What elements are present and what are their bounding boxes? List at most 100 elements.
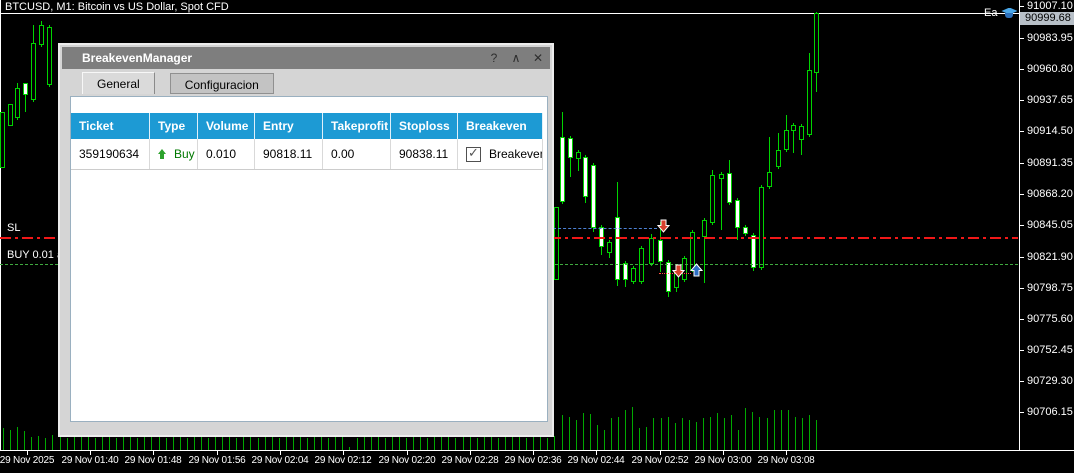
volume-bar	[151, 437, 152, 450]
volume-bar	[554, 436, 555, 450]
volume-bar	[10, 430, 11, 450]
volume-bar	[745, 408, 746, 450]
volume-bar	[632, 407, 633, 450]
candle-body	[23, 83, 28, 95]
time-tick-label: 29 Nov 02:28	[441, 455, 498, 466]
volume-bar	[328, 438, 329, 450]
volume-bar	[265, 435, 266, 450]
volume-bar	[17, 427, 18, 450]
volume-bar	[229, 435, 230, 450]
volume-bar	[653, 418, 654, 450]
volume-bar	[668, 417, 669, 450]
time-tick-label: 29 Nov 2025	[0, 455, 54, 466]
volume-bar	[109, 436, 110, 450]
volume-bar	[816, 420, 817, 450]
candle-body	[649, 238, 654, 264]
candle-body	[799, 126, 804, 140]
volume-bar	[52, 435, 53, 450]
candle-body	[0, 112, 5, 168]
volume-bar	[102, 437, 103, 450]
volume-bar	[611, 418, 612, 450]
volume-bar	[335, 435, 336, 450]
trade-arrow-down-red-icon	[657, 219, 670, 233]
price-tick-label: 90706.15	[1027, 406, 1073, 418]
volume-bar	[618, 417, 619, 450]
price-tick-label: 90798.75	[1027, 282, 1073, 294]
volume-bar	[759, 417, 760, 450]
expert-advisor-badge: Ea	[984, 6, 1017, 20]
time-tick-label: 29 Nov 02:12	[314, 455, 371, 466]
volume-bar	[597, 425, 598, 450]
candle-body	[47, 27, 52, 85]
chart-left-border	[0, 14, 1, 450]
volume-bar	[88, 435, 89, 450]
volume-bar	[710, 417, 711, 450]
volume-bar	[519, 435, 520, 450]
volume-bar	[802, 418, 803, 450]
volume-bar	[767, 418, 768, 450]
volume-bar	[180, 436, 181, 450]
volume-bar	[300, 435, 301, 450]
volume-bar	[3, 428, 4, 450]
tab-general[interactable]: General	[82, 72, 155, 94]
candle-body	[576, 152, 581, 159]
tab-configuracion[interactable]: Configuracion	[170, 73, 274, 94]
time-tick-label: 29 Nov 01:56	[188, 455, 245, 466]
candle-body	[31, 43, 36, 100]
volume-bar	[788, 410, 789, 450]
price-tick	[1020, 381, 1024, 382]
volume-bar	[222, 437, 223, 450]
volume-bar	[399, 436, 400, 450]
volume-bar	[583, 413, 584, 450]
table-row[interactable]: 359190634Buy0.01090818.110.0090838.11✓Br…	[71, 139, 543, 170]
candle-body	[776, 150, 781, 167]
volume-bar	[357, 438, 358, 450]
volume-bar	[448, 435, 449, 450]
volume-bar	[470, 436, 471, 450]
mt-chart-window: BTCUSD, M1: Bitcoin vs US Dollar, Spot C…	[0, 0, 1074, 473]
volume-bar	[187, 438, 188, 450]
trade-open-line	[553, 228, 657, 229]
price-tick	[1020, 6, 1024, 7]
chart-title-strip: BTCUSD, M1: Bitcoin vs US Dollar, Spot C…	[0, 0, 1019, 14]
cell-takeprofit: 0.00	[323, 139, 391, 169]
candle-body	[710, 175, 715, 223]
volume-bar	[625, 410, 626, 450]
volume-bar	[576, 420, 577, 450]
volume-bar	[774, 410, 775, 450]
candle-body	[784, 130, 789, 150]
volume-bar	[24, 431, 25, 450]
price-tick	[1020, 100, 1024, 101]
volume-bar	[81, 437, 82, 450]
ea-label: Ea	[984, 7, 997, 19]
volume-bar	[505, 436, 506, 450]
volume-bar	[236, 438, 237, 450]
panel-title-bar[interactable]: BreakevenManager ? ∧ ✕	[62, 47, 550, 69]
collapse-icon[interactable]: ∧	[510, 51, 522, 65]
time-tick-label: 29 Nov 01:48	[124, 455, 181, 466]
breakeven-checkbox[interactable]: ✓	[466, 147, 481, 162]
volume-bar	[738, 430, 739, 450]
volume-bar	[717, 413, 718, 450]
cell-volume: 0.010	[198, 139, 255, 169]
time-tick-label: 29 Nov 03:08	[757, 455, 814, 466]
volume-bar	[463, 437, 464, 450]
type-value: Buy	[174, 147, 195, 161]
panel-title: BreakevenManager	[82, 51, 192, 65]
price-tick	[1020, 163, 1024, 164]
time-tick-label: 29 Nov 02:52	[631, 455, 688, 466]
volume-bar	[272, 437, 273, 450]
candle-wick	[721, 172, 722, 230]
buy-arrow-icon	[158, 149, 167, 159]
candle-body	[39, 25, 44, 45]
candle-body	[735, 200, 740, 228]
volume-bar	[434, 436, 435, 450]
volume-bar	[38, 436, 39, 450]
candle-body	[807, 70, 812, 135]
volume-bar	[406, 438, 407, 450]
volume-bar	[159, 435, 160, 450]
help-icon[interactable]: ?	[488, 51, 500, 65]
close-icon[interactable]: ✕	[532, 51, 544, 65]
candle-body	[8, 104, 13, 126]
volume-bar	[279, 438, 280, 450]
